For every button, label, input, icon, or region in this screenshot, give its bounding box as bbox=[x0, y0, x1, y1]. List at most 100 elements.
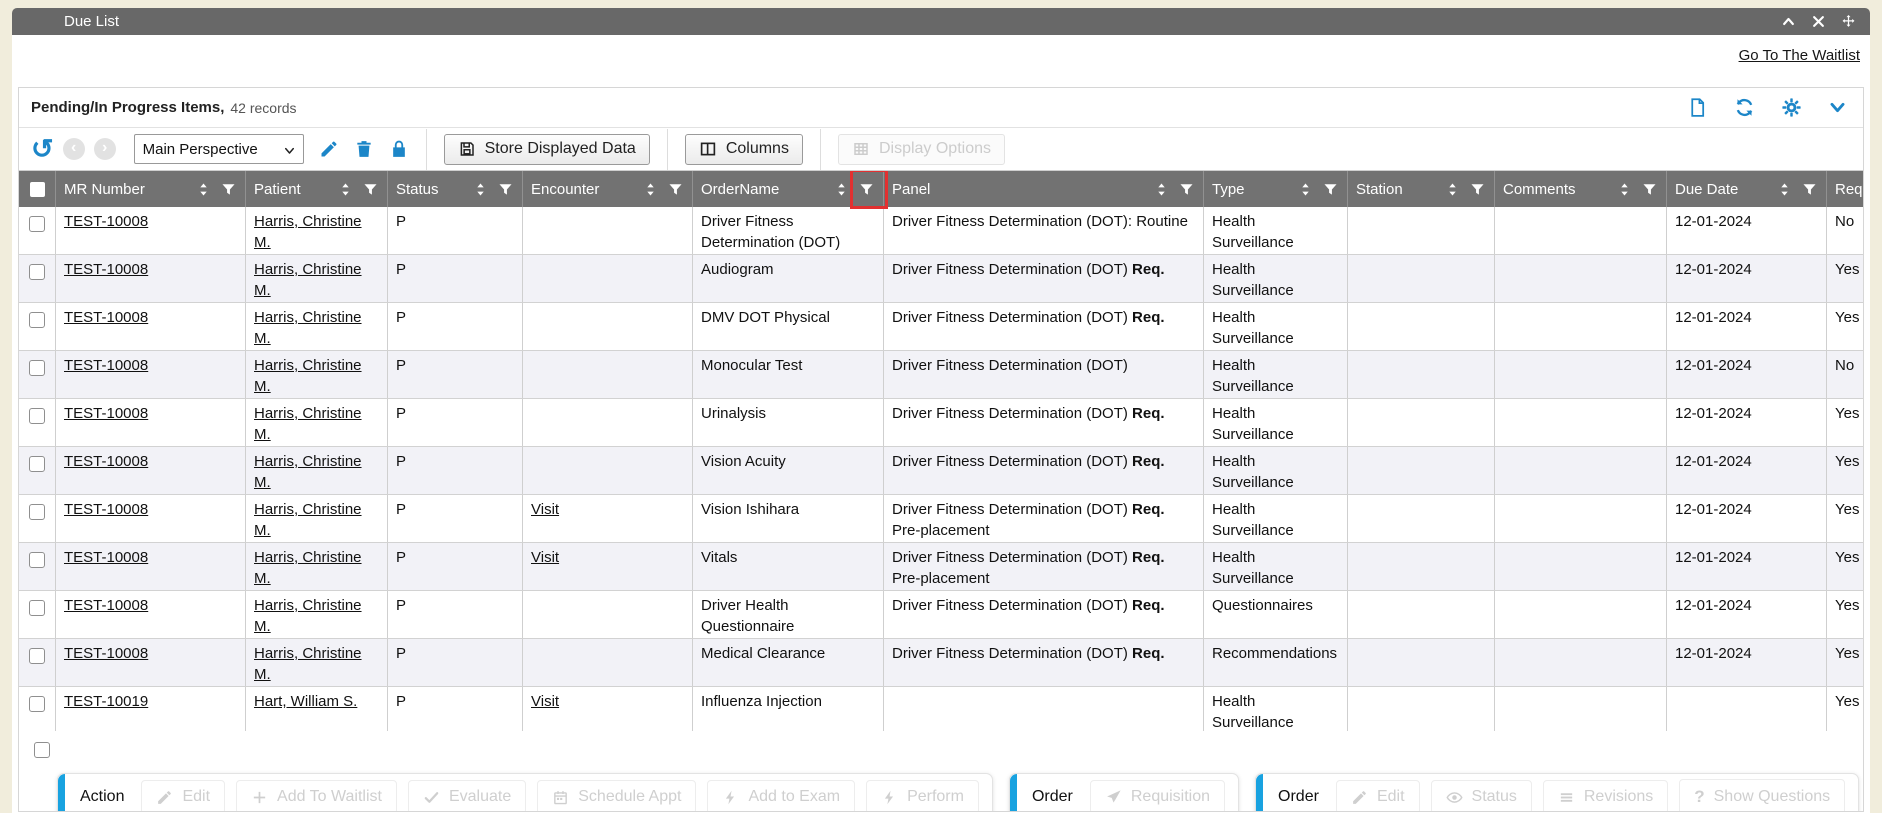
encounter-visit-link[interactable]: Visit bbox=[531, 693, 559, 710]
sort-icon[interactable] bbox=[1776, 181, 1793, 198]
patient-link[interactable]: Harris, Christine M. bbox=[254, 597, 362, 635]
mr-number-link[interactable]: TEST-10008 bbox=[64, 357, 148, 374]
store-displayed-data-button[interactable]: Store Displayed Data bbox=[444, 134, 650, 165]
patient-link[interactable]: Harris, Christine M. bbox=[254, 405, 362, 443]
status-button[interactable]: Status bbox=[1431, 780, 1532, 812]
show-questions-button[interactable]: ?Show Questions bbox=[1679, 779, 1845, 812]
add-to-exam-button[interactable]: Add to Exam bbox=[707, 780, 855, 812]
add-to-waitlist-button[interactable]: Add To Waitlist bbox=[236, 780, 397, 812]
column-header-patient[interactable]: Patient bbox=[246, 171, 388, 207]
patient-link[interactable]: Harris, Christine M. bbox=[254, 261, 362, 299]
mr-number-link[interactable]: TEST-10008 bbox=[64, 597, 148, 614]
column-header-encounter[interactable]: Encounter bbox=[523, 171, 693, 207]
patient-link[interactable]: Harris, Christine M. bbox=[254, 213, 362, 251]
row-checkbox[interactable] bbox=[29, 456, 45, 472]
row-checkbox[interactable] bbox=[29, 408, 45, 424]
mr-number-link[interactable]: TEST-10008 bbox=[64, 549, 148, 566]
column-header-mr-number[interactable]: MR Number bbox=[56, 171, 246, 207]
filter-icon[interactable] bbox=[1801, 181, 1818, 198]
row-checkbox[interactable] bbox=[29, 648, 45, 664]
patient-link[interactable]: Harris, Christine M. bbox=[254, 453, 362, 491]
patient-link[interactable]: Harris, Christine M. bbox=[254, 645, 362, 683]
mr-number-link[interactable]: TEST-10008 bbox=[64, 261, 148, 278]
patient-link[interactable]: Harris, Christine M. bbox=[254, 501, 362, 539]
move-icon[interactable] bbox=[1841, 14, 1856, 29]
undo-icon[interactable]: ↺ bbox=[31, 136, 54, 163]
mr-number-link[interactable]: TEST-10008 bbox=[64, 309, 148, 326]
row-checkbox[interactable] bbox=[29, 312, 45, 328]
edit-button[interactable]: Edit bbox=[1336, 780, 1420, 812]
lock-perspective-icon-slot[interactable] bbox=[389, 139, 409, 159]
sort-icon[interactable] bbox=[1153, 181, 1170, 198]
patient-link[interactable]: Harris, Christine M. bbox=[254, 309, 362, 347]
type-cell: Health Surveillance bbox=[1204, 303, 1348, 350]
column-header-comments[interactable]: Comments bbox=[1495, 171, 1667, 207]
filter-icon[interactable] bbox=[1641, 181, 1658, 198]
chevron-down-icon[interactable] bbox=[1828, 98, 1847, 117]
close-icon[interactable] bbox=[1811, 14, 1826, 29]
columns-button[interactable]: Columns bbox=[685, 134, 803, 165]
gear-icon[interactable] bbox=[1781, 97, 1802, 118]
row-checkbox[interactable] bbox=[29, 600, 45, 616]
mr-number-link[interactable]: TEST-10008 bbox=[64, 213, 148, 230]
mr-number-link[interactable]: TEST-10008 bbox=[64, 453, 148, 470]
encounter-visit-link[interactable]: Visit bbox=[531, 549, 559, 566]
column-header-panel[interactable]: Panel bbox=[884, 171, 1204, 207]
edit-button[interactable]: Edit bbox=[141, 780, 225, 812]
window-controls bbox=[1781, 14, 1856, 29]
nav-next-button[interactable]: › bbox=[94, 138, 116, 160]
sort-icon[interactable] bbox=[337, 181, 354, 198]
select-checkbox[interactable] bbox=[34, 742, 50, 758]
filter-icon[interactable] bbox=[1178, 181, 1195, 198]
perspective-select[interactable]: Main Perspective bbox=[134, 134, 304, 164]
panel-cell: Driver Fitness Determination (DOT) Req. bbox=[884, 303, 1204, 350]
column-header-station[interactable]: Station bbox=[1348, 171, 1495, 207]
column-header-due-date[interactable]: Due Date bbox=[1667, 171, 1827, 207]
row-checkbox[interactable] bbox=[29, 360, 45, 376]
patient-link[interactable]: Harris, Christine M. bbox=[254, 549, 362, 587]
encounter-visit-link[interactable]: Visit bbox=[531, 501, 559, 518]
column-header-type[interactable]: Type bbox=[1204, 171, 1348, 207]
row-checkbox[interactable] bbox=[29, 504, 45, 520]
mr-number-link[interactable]: TEST-10008 bbox=[64, 501, 148, 518]
patient-link[interactable]: Hart, William S. bbox=[254, 693, 357, 710]
row-checkbox[interactable] bbox=[29, 216, 45, 232]
go-to-waitlist-link[interactable]: Go To The Waitlist bbox=[1739, 47, 1860, 64]
row-checkbox[interactable] bbox=[29, 264, 45, 280]
filter-icon[interactable] bbox=[667, 181, 684, 198]
schedule-appt-button[interactable]: Schedule Appt bbox=[537, 780, 696, 812]
sort-icon[interactable] bbox=[1444, 181, 1461, 198]
filter-icon[interactable] bbox=[1322, 181, 1339, 198]
filter-icon[interactable] bbox=[497, 181, 514, 198]
refresh-icon[interactable] bbox=[1734, 97, 1755, 118]
revisions-button[interactable]: Revisions bbox=[1543, 780, 1668, 812]
delete-perspective-icon-slot[interactable] bbox=[354, 139, 374, 159]
mr-number-link[interactable]: TEST-10008 bbox=[64, 645, 148, 662]
display-options-button[interactable]: Display Options bbox=[838, 134, 1005, 165]
requisition-button[interactable]: Requisition bbox=[1090, 780, 1225, 812]
status-cell: P bbox=[388, 495, 523, 542]
select-all-checkbox[interactable] bbox=[30, 182, 45, 197]
sort-icon[interactable] bbox=[833, 181, 850, 198]
column-header-required[interactable]: Required bbox=[1827, 171, 1863, 207]
sort-icon[interactable] bbox=[1616, 181, 1633, 198]
filter-icon[interactable] bbox=[362, 181, 379, 198]
patient-link[interactable]: Harris, Christine M. bbox=[254, 357, 362, 395]
filter-icon[interactable] bbox=[220, 181, 237, 198]
mr-number-link[interactable]: TEST-10008 bbox=[64, 405, 148, 422]
edit-perspective-icon-slot[interactable] bbox=[319, 139, 339, 159]
sort-icon[interactable] bbox=[1297, 181, 1314, 198]
sort-icon[interactable] bbox=[642, 181, 659, 198]
perform-button[interactable]: Perform bbox=[866, 780, 979, 812]
sort-icon[interactable] bbox=[472, 181, 489, 198]
mr-number-link[interactable]: TEST-10019 bbox=[64, 693, 148, 710]
row-checkbox[interactable] bbox=[29, 696, 45, 712]
nav-previous-button[interactable]: ‹ bbox=[63, 138, 85, 160]
filter-icon[interactable] bbox=[1469, 181, 1486, 198]
row-checkbox[interactable] bbox=[29, 552, 45, 568]
file-icon[interactable] bbox=[1687, 97, 1708, 118]
collapse-icon[interactable] bbox=[1781, 14, 1796, 29]
column-header-status[interactable]: Status bbox=[388, 171, 523, 207]
sort-icon[interactable] bbox=[195, 181, 212, 198]
evaluate-button[interactable]: Evaluate bbox=[408, 780, 526, 812]
